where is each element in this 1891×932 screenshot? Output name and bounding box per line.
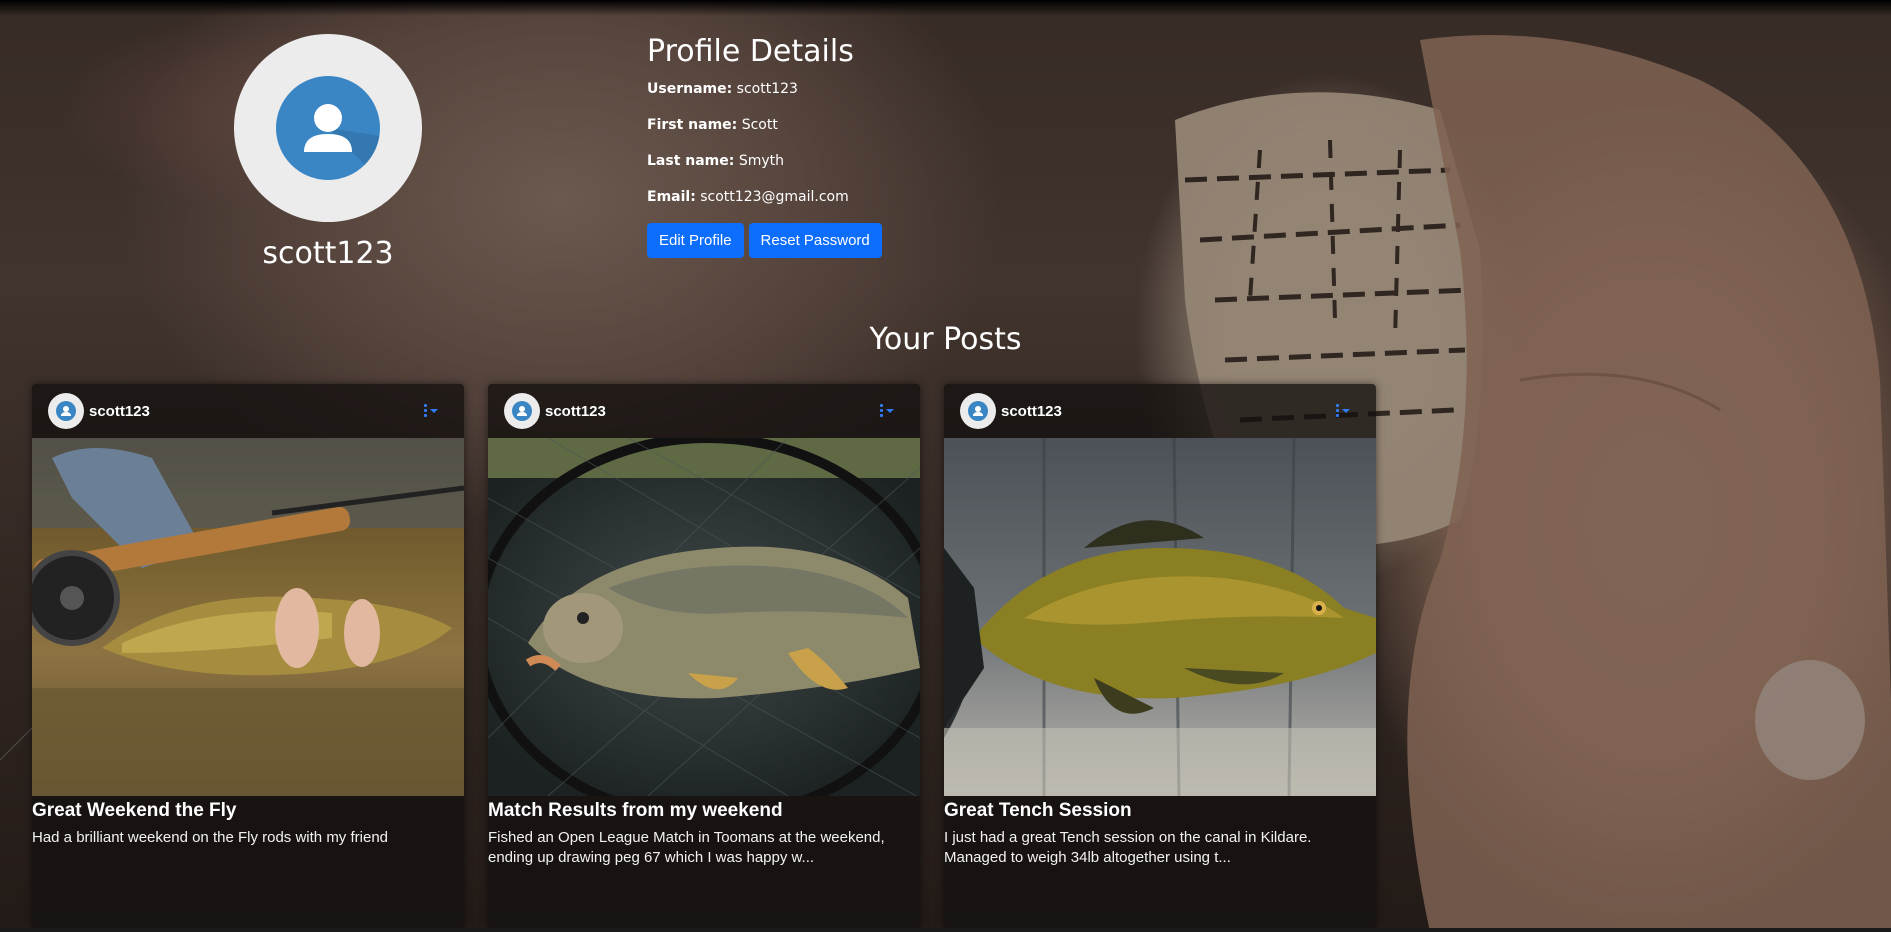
detail-username-value: scott123 — [736, 81, 798, 97]
detail-first-name: First name: Scott — [647, 117, 882, 153]
detail-email-value: scott123@gmail.com — [700, 189, 849, 205]
kebab-icon — [1336, 404, 1339, 417]
post-title[interactable]: Match Results from my weekend — [488, 798, 920, 824]
user-avatar-icon — [512, 401, 532, 421]
post-title[interactable]: Great Tench Session — [944, 798, 1376, 824]
post-image[interactable] — [944, 438, 1376, 796]
post-card-header: scott123 — [488, 384, 920, 438]
kebab-icon — [424, 404, 427, 417]
profile-actions: Edit Profile Reset Password — [647, 223, 882, 258]
post-card-header: scott123 — [32, 384, 464, 438]
detail-last-name: Last name: Smyth — [647, 153, 882, 189]
post-card[interactable]: scott123 Match Results from my weekend F… — [488, 384, 920, 928]
kebab-icon — [880, 404, 883, 417]
post-author: scott123 — [89, 402, 150, 420]
profile-avatar — [234, 34, 422, 222]
edit-profile-button[interactable]: Edit Profile — [647, 223, 744, 258]
post-image[interactable] — [32, 438, 464, 796]
reset-password-button[interactable]: Reset Password — [748, 223, 882, 258]
post-author: scott123 — [1001, 402, 1062, 420]
avatar — [960, 393, 996, 429]
detail-first-name-label: First name: — [647, 117, 738, 133]
post-card[interactable]: scott123 Great Tench Session I just had … — [944, 384, 1376, 928]
profile-details: Profile Details Username: scott123 First… — [647, 34, 882, 258]
post-menu-toggle[interactable] — [1336, 404, 1350, 417]
post-card-header: scott123 — [944, 384, 1376, 438]
user-avatar-icon — [276, 76, 380, 180]
detail-last-name-value: Smyth — [738, 153, 784, 169]
detail-email: Email: scott123@gmail.com — [647, 189, 882, 225]
post-excerpt: I just had a great Tench session on the … — [944, 829, 1312, 866]
avatar — [48, 393, 84, 429]
caret-down-icon — [886, 408, 894, 413]
post-menu-toggle[interactable] — [424, 404, 438, 417]
bottom-divider — [0, 928, 1891, 932]
top-shadow — [0, 0, 1891, 16]
profile-details-title: Profile Details — [647, 34, 854, 69]
post-image[interactable] — [488, 438, 920, 796]
post-title[interactable]: Great Weekend the Fly — [32, 798, 464, 824]
caret-down-icon — [1342, 408, 1350, 413]
post-excerpt: Fished an Open League Match in Toomans a… — [488, 829, 885, 866]
your-posts-heading: Your Posts — [869, 322, 1022, 357]
post-card[interactable]: scott123 Great Weekend the Fly Had a bri… — [32, 384, 464, 928]
detail-email-label: Email: — [647, 189, 696, 205]
post-menu-toggle[interactable] — [880, 404, 894, 417]
detail-last-name-label: Last name: — [647, 153, 735, 169]
detail-username: Username: scott123 — [647, 81, 882, 117]
detail-first-name-value: Scott — [741, 117, 778, 133]
detail-username-label: Username: — [647, 81, 733, 97]
post-excerpt: Had a brilliant weekend on the Fly rods … — [32, 829, 389, 846]
profile-username: scott123 — [262, 236, 394, 271]
user-avatar-icon — [56, 401, 76, 421]
post-author: scott123 — [545, 402, 606, 420]
caret-down-icon — [430, 408, 438, 413]
user-avatar-icon — [968, 401, 988, 421]
avatar — [504, 393, 540, 429]
